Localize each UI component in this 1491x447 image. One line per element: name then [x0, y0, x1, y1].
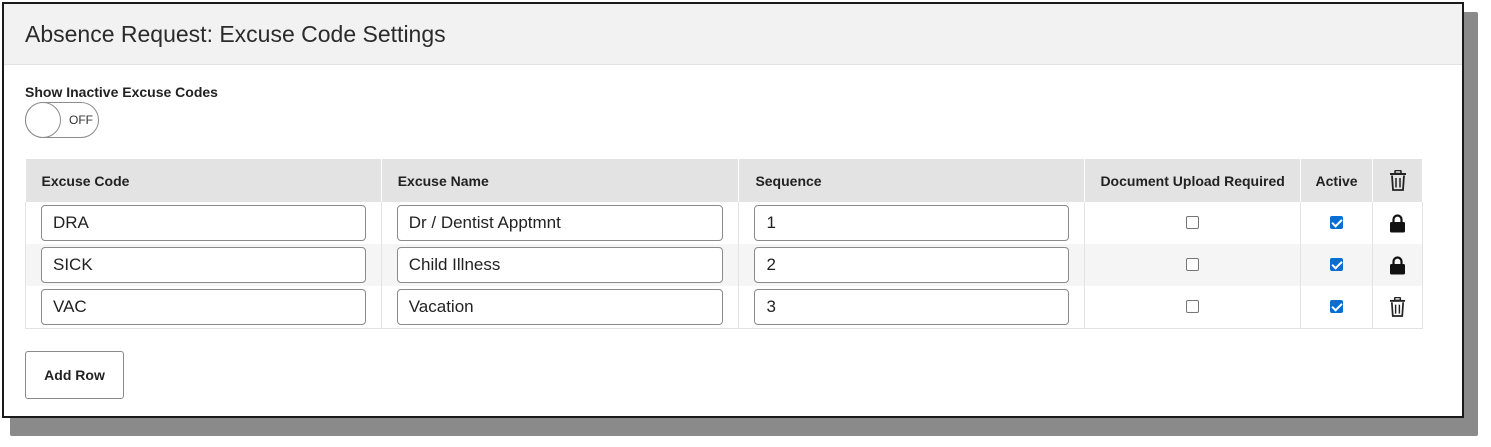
cell-action: [1372, 244, 1423, 286]
settings-panel: Absence Request: Excuse Code Settings Sh…: [2, 2, 1464, 418]
excuse-name-input[interactable]: [396, 288, 724, 325]
document-upload-checkbox[interactable]: [1186, 258, 1200, 272]
cell-document-upload: [1084, 286, 1302, 329]
document-upload-checkbox[interactable]: [1186, 216, 1200, 230]
page-title: Absence Request: Excuse Code Settings: [25, 20, 446, 47]
active-checkbox[interactable]: [1330, 258, 1344, 272]
trash-icon[interactable]: [1389, 169, 1407, 191]
table-row: [25, 286, 1423, 329]
cell-code: [25, 202, 382, 244]
cell-active: [1300, 244, 1374, 286]
sequence-input[interactable]: [754, 205, 1070, 241]
trash-icon[interactable]: [1389, 296, 1406, 317]
cell-name: [381, 286, 740, 329]
active-checkbox[interactable]: [1330, 300, 1344, 314]
cell-sequence: [738, 286, 1086, 329]
cell-action: [1372, 202, 1423, 244]
toggle-label: Show Inactive Excuse Codes: [25, 84, 218, 100]
cell-name: [381, 244, 740, 286]
cell-document-upload: [1084, 202, 1302, 244]
table-row: [25, 202, 1423, 244]
active-checkbox[interactable]: [1330, 216, 1344, 230]
cell-name: [381, 202, 740, 244]
cell-sequence: [738, 202, 1086, 244]
column-header-excuse-name: Excuse Name: [381, 159, 740, 202]
column-header-sequence: Sequence: [738, 159, 1086, 202]
cell-action: [1372, 286, 1423, 329]
table-header-row: Excuse Code Excuse Name Sequence Documen…: [25, 159, 1423, 202]
column-header-excuse-code: Excuse Code: [25, 159, 382, 202]
sequence-input[interactable]: [754, 288, 1070, 325]
table-row: [25, 244, 1423, 286]
cell-code: [25, 244, 382, 286]
cell-active: [1300, 286, 1374, 329]
excuse-name-input[interactable]: [396, 247, 724, 283]
toggle-state-text: OFF: [69, 113, 93, 127]
document-upload-checkbox[interactable]: [1186, 300, 1200, 314]
column-header-active: Active: [1300, 159, 1374, 202]
cell-sequence: [738, 244, 1086, 286]
excuse-code-input[interactable]: [41, 288, 366, 325]
cell-document-upload: [1084, 244, 1302, 286]
show-inactive-toggle[interactable]: OFF: [25, 102, 99, 138]
excuse-code-input[interactable]: [41, 247, 366, 283]
sequence-input[interactable]: [754, 247, 1070, 283]
excuse-code-input[interactable]: [41, 205, 366, 241]
add-row-button[interactable]: Add Row: [25, 351, 124, 399]
panel-header: Absence Request: Excuse Code Settings: [4, 4, 1462, 65]
toggle-knob: [25, 102, 61, 138]
cell-active: [1300, 202, 1374, 244]
column-header-delete: [1372, 159, 1423, 202]
lock-icon: [1389, 213, 1406, 233]
lock-icon: [1389, 255, 1406, 275]
cell-code: [25, 286, 382, 329]
excuse-code-table: Excuse Code Excuse Name Sequence Documen…: [25, 159, 1423, 329]
excuse-name-input[interactable]: [396, 205, 724, 241]
column-header-document-upload-required: Document Upload Required: [1084, 159, 1302, 202]
